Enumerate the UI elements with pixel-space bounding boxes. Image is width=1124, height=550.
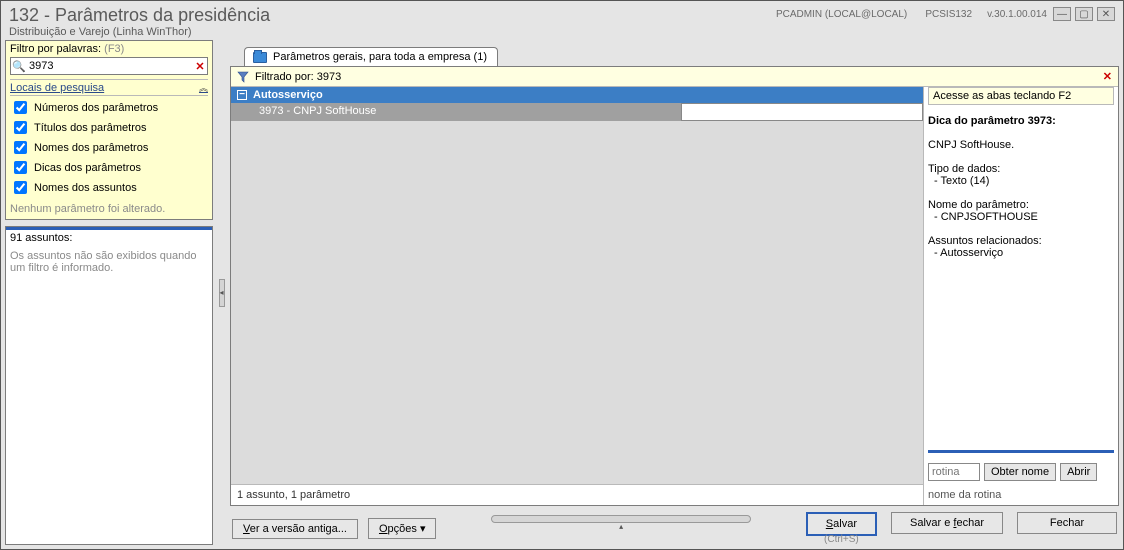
resize-handle[interactable] <box>491 515 751 523</box>
abrir-button[interactable]: Abrir <box>1060 463 1097 481</box>
no-change-note: Nenhum parâmetro foi alterado. <box>10 203 208 215</box>
dtype-block: Tipo de dados: - Texto (14) <box>928 163 1114 187</box>
param-value-field[interactable] <box>681 103 923 121</box>
content-row: − Autosserviço 3973 - CNPJ SoftHouse 1 a… <box>231 87 1118 505</box>
check-assuntos-box[interactable] <box>14 181 27 194</box>
check-titulos-box[interactable] <box>14 121 27 134</box>
old-version-rest: er a versão antiga... <box>250 523 347 535</box>
close-button[interactable]: Fechar <box>1017 512 1117 534</box>
search-input[interactable] <box>27 58 193 74</box>
dtype-label: Tipo de dados: <box>928 163 1114 175</box>
hint-separator-bar <box>928 450 1114 453</box>
param-hint-title: Dica do parâmetro 3973: <box>928 115 1114 127</box>
search-field-row: 🔍 ✕ <box>10 57 208 75</box>
save-close-button[interactable]: Salvar e fechar <box>891 512 1003 534</box>
tab-general-params[interactable]: Parâmetros gerais, para toda a empresa (… <box>244 47 498 66</box>
main-area: Filtrado por: 3973 ✕ − Autosserviço 3973… <box>230 66 1119 506</box>
old-version-button[interactable]: Ver a versão antiga... <box>232 519 358 539</box>
active-filter-bar: Filtrado por: 3973 ✕ <box>231 67 1118 87</box>
check-nomes-box[interactable] <box>14 141 27 154</box>
splitter-grip-icon: ◂ <box>219 279 225 307</box>
app-window: 132 - Parâmetros da presidência Distribu… <box>0 0 1124 550</box>
grid-wrap: − Autosserviço 3973 - CNPJ SoftHouse 1 a… <box>231 87 924 505</box>
filter-label-hint: (F3) <box>104 43 124 55</box>
search-icon: 🔍 <box>11 60 27 73</box>
folder-icon <box>253 52 267 63</box>
right-column: Parâmetros gerais, para toda a empresa (… <box>230 40 1119 545</box>
version: v.30.1.00.014 <box>987 9 1047 20</box>
group-name: Autosserviço <box>253 89 323 101</box>
hint-panel: Acesse as abas teclando F2 Dica do parâm… <box>924 87 1118 505</box>
assuntos-panel: 91 assuntos: Os assuntos não são exibido… <box>5 226 213 545</box>
table-row[interactable]: 3973 - CNPJ SoftHouse <box>231 103 923 121</box>
close-window-button[interactable]: ✕ <box>1097 7 1115 21</box>
title-right: PCADMIN (LOCAL@LOCAL) PCSIS132 v.30.1.00… <box>776 7 1115 21</box>
dtype-value: - Texto (14) <box>928 175 1114 187</box>
routine-input[interactable] <box>928 463 980 481</box>
obter-nome-button[interactable]: Obter nome <box>984 463 1056 481</box>
window-controls: — ▢ ✕ <box>1053 7 1115 21</box>
assuntos-body: Os assuntos não são exibidos quando um f… <box>6 246 212 278</box>
clear-filter-icon[interactable]: ✕ <box>1103 70 1112 83</box>
maximize-button[interactable]: ▢ <box>1075 7 1093 21</box>
param-hint-desc: CNPJ SoftHouse. <box>928 139 1114 151</box>
tab-strip: Parâmetros gerais, para toda a empresa (… <box>230 40 1119 66</box>
routine-label: nome da rotina <box>928 489 1114 501</box>
clear-search-icon[interactable]: ✕ <box>193 60 207 73</box>
footer-right-buttons: Salvar (Ctrl+S) Salvar e fechar Fechar <box>806 512 1117 545</box>
body-layout: Filtro por palavras: (F3) 🔍 ✕ Locais de … <box>1 40 1123 549</box>
filter-label: Filtro por palavras: (F3) <box>10 43 208 55</box>
search-scope-checks: Números dos parâmetros Títulos dos parâm… <box>10 98 208 197</box>
pname-block: Nome do parâmetro: - CNPJSOFTHOUSE <box>928 199 1114 223</box>
check-numeros[interactable]: Números dos parâmetros <box>10 98 208 117</box>
check-assuntos[interactable]: Nomes dos assuntos <box>10 178 208 197</box>
save-shortcut: (Ctrl+S) <box>824 534 859 545</box>
window-subtitle: Distribuição e Varejo (Linha WinThor) <box>9 26 270 38</box>
collapse-up-icon: ︽ <box>199 81 208 94</box>
title-bar: 132 - Parâmetros da presidência Distribu… <box>1 1 1123 40</box>
pname-value: - CNPJSOFTHOUSE <box>928 211 1114 223</box>
save-button[interactable]: Salvar <box>806 512 877 536</box>
options-button[interactable]: Opções ▾ <box>368 518 437 539</box>
splitter[interactable]: ◂ <box>217 40 226 545</box>
related-label: Assuntos relacionados: <box>928 235 1114 247</box>
filter-label-text: Filtro por palavras: <box>10 43 101 55</box>
active-filter-text: Filtrado por: 3973 <box>255 71 341 83</box>
check-dicas-box[interactable] <box>14 161 27 174</box>
access-hint: Acesse as abas teclando F2 <box>928 87 1114 105</box>
assuntos-count: 91 assuntos: <box>6 230 212 246</box>
filter-panel: Filtro por palavras: (F3) 🔍 ✕ Locais de … <box>5 40 213 220</box>
tab-label: Parâmetros gerais, para toda a empresa (… <box>273 51 487 63</box>
group-header[interactable]: − Autosserviço <box>231 87 923 103</box>
param-label: 3973 - CNPJ SoftHouse <box>231 103 681 121</box>
locais-header[interactable]: Locais de pesquisa ︽ <box>10 79 208 96</box>
related-value: - Autosserviço <box>928 247 1114 259</box>
minimize-button[interactable]: — <box>1053 7 1071 21</box>
check-numeros-box[interactable] <box>14 101 27 114</box>
left-column: Filtro por palavras: (F3) 🔍 ✕ Locais de … <box>5 40 213 545</box>
footer: Ver a versão antiga... Opções ▾ Salvar (… <box>230 506 1119 545</box>
footer-spacer <box>446 525 795 533</box>
user-info: PCADMIN (LOCAL@LOCAL) <box>776 9 907 20</box>
check-nomes[interactable]: Nomes dos parâmetros <box>10 138 208 157</box>
module-code: PCSIS132 <box>925 9 972 20</box>
title-left: 132 - Parâmetros da presidência Distribu… <box>9 5 270 38</box>
funnel-icon <box>237 71 249 83</box>
check-titulos[interactable]: Títulos dos parâmetros <box>10 118 208 137</box>
collapse-minus-icon: − <box>237 90 247 100</box>
check-dicas[interactable]: Dicas dos parâmetros <box>10 158 208 177</box>
save-stack: Salvar (Ctrl+S) <box>806 512 877 545</box>
routine-row: Obter nome Abrir <box>928 463 1114 481</box>
grid-status: 1 assunto, 1 parâmetro <box>231 485 923 505</box>
locais-label: Locais de pesquisa <box>10 82 104 94</box>
window-title: 132 - Parâmetros da presidência <box>9 5 270 26</box>
pname-label: Nome do parâmetro: <box>928 199 1114 211</box>
related-block: Assuntos relacionados: - Autosserviço <box>928 235 1114 259</box>
parameter-grid[interactable]: − Autosserviço 3973 - CNPJ SoftHouse <box>231 87 923 485</box>
